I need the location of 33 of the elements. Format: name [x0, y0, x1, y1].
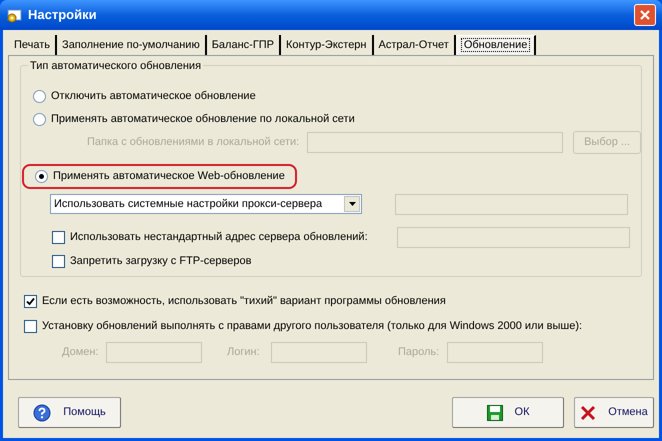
ok-button[interactable]: ОК	[452, 397, 564, 428]
close-button[interactable]	[634, 4, 656, 26]
caret-icon	[348, 202, 356, 206]
checkbox-label: Установку обновлений выполнять с правами другого пользователя (только для Windows 2000 или выше):	[42, 318, 582, 334]
input-field[interactable]	[397, 226, 630, 248]
window-title: Настройки	[28, 6, 97, 24]
field-label: Домен:	[62, 345, 100, 360]
help-icon	[33, 404, 52, 422]
radio-button[interactable]	[33, 113, 46, 126]
field-label: Пароль:	[398, 345, 440, 360]
checkbox[interactable]	[52, 254, 65, 268]
tab[interactable]: Баланс-ГПР	[206, 35, 282, 55]
radio-label: Применять автоматическое Web-обновление	[53, 169, 285, 184]
cross-icon	[580, 404, 596, 420]
tab[interactable]: Обновление	[456, 35, 536, 55]
folder-label: Папка с обновлениями в локальной сети:	[87, 135, 300, 150]
tab[interactable]: Контур-Экстерн	[281, 35, 374, 55]
cancel-button[interactable]: Отмена	[574, 397, 654, 428]
radio-label: Применять автоматическое обновление по локальной сети	[51, 112, 355, 128]
checkbox[interactable]	[24, 294, 37, 308]
tab[interactable]: Заполнение по-умолчанию	[57, 35, 207, 55]
radio-button[interactable]	[33, 90, 46, 103]
radio-label: Отключить автоматическое обновление	[51, 89, 256, 104]
checkbox-label: Использовать нестандартный адрес сервера обновлений:	[70, 230, 368, 245]
close-icon	[639, 9, 651, 21]
radio-button[interactable]	[35, 170, 48, 183]
checkbox-label: Запретить загрузку с FTP-серверов	[70, 254, 252, 269]
help-button[interactable]: Помощь	[18, 397, 121, 428]
checkbox[interactable]	[52, 230, 65, 244]
tab[interactable]: Печать	[9, 35, 58, 55]
checkbox[interactable]	[24, 320, 37, 332]
field-label: Логин:	[227, 345, 261, 360]
checkbox-label: Если есть возможность, использовать "тихий" вариант программы обновления	[42, 294, 446, 309]
